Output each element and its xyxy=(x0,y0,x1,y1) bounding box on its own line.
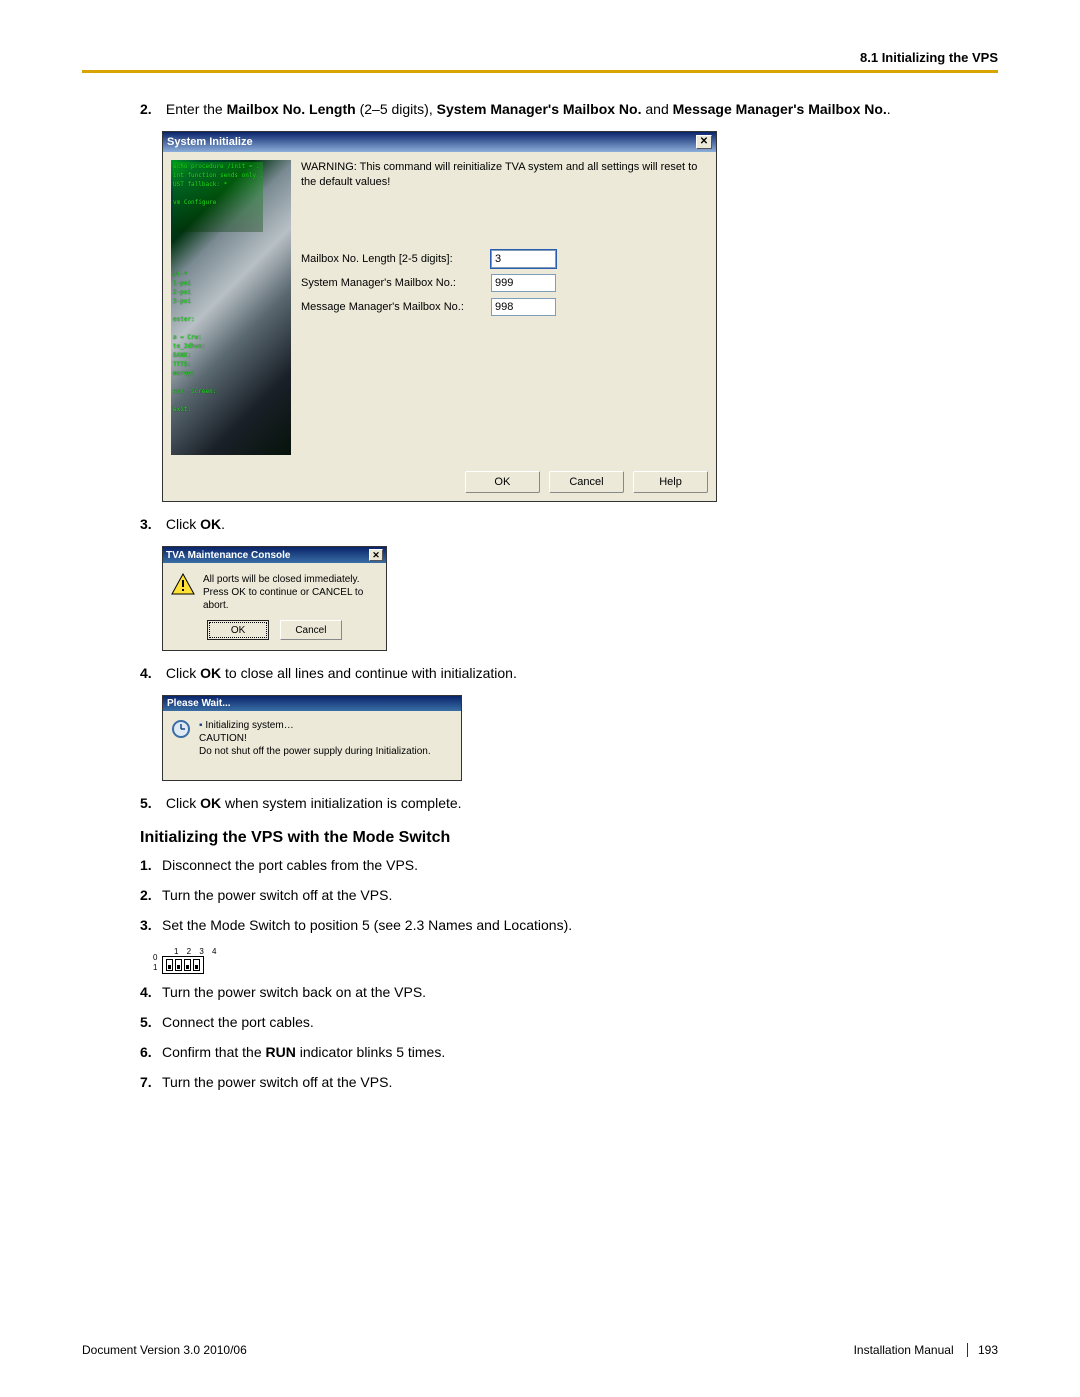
switch-one-label: 1 xyxy=(153,964,157,972)
dialog-titlebar: Please Wait... xyxy=(163,696,461,711)
msgmgr-mailbox-label: Message Manager's Mailbox No.: xyxy=(301,301,491,313)
switch-top-labels: 1 2 3 4 xyxy=(174,947,998,956)
dialog-titlebar: TVA Maintenance Console ✕ xyxy=(163,547,386,563)
switch-slot xyxy=(184,959,191,971)
msg-line1: All ports will be closed immediately. xyxy=(203,573,378,586)
init-line: Initializing system… xyxy=(205,720,293,731)
mode-step-6: 6.Confirm that the RUN indicator blinks … xyxy=(140,1044,998,1060)
caution-text: Do not shut off the power supply during … xyxy=(199,745,431,758)
step-3: 3. Click OK. xyxy=(140,516,998,532)
dialog-title: System Initialize xyxy=(167,136,253,148)
terminal-overlay-text: echo procedure /init = . int function se… xyxy=(173,162,263,414)
switch-slot xyxy=(175,959,182,971)
dialog-side-image: echo procedure /init = . int function se… xyxy=(171,160,291,455)
mode-step-4: 4.Turn the power switch back on at the V… xyxy=(140,984,998,1000)
section-heading: Initializing the VPS with the Mode Switc… xyxy=(140,829,998,847)
mailbox-length-label: Mailbox No. Length [2-5 digits]: xyxy=(301,253,491,265)
switch-slot xyxy=(166,959,173,971)
manual-title: Installation Manual xyxy=(854,1343,954,1357)
switch-zero-label: 0 xyxy=(153,954,157,962)
close-icon[interactable]: ✕ xyxy=(696,135,712,149)
help-button[interactable]: Help xyxy=(633,471,708,493)
dialog-title: TVA Maintenance Console xyxy=(166,550,290,561)
sysmgr-mailbox-label: System Manager's Mailbox No.: xyxy=(301,277,491,289)
caution-heading: CAUTION! xyxy=(199,732,431,745)
dialog-titlebar: System Initialize ✕ xyxy=(163,132,716,152)
page-header-section: 8.1 Initializing the VPS xyxy=(82,50,998,65)
page-footer: Document Version 3.0 2010/06 Installatio… xyxy=(82,1343,998,1357)
header-rule xyxy=(82,70,998,73)
step-4: 4. Click OK to close all lines and conti… xyxy=(140,665,998,681)
dialog-title: Please Wait... xyxy=(167,698,231,709)
mode-step-7: 7.Turn the power switch off at the VPS. xyxy=(140,1074,998,1090)
ok-button[interactable]: OK xyxy=(465,471,540,493)
clock-icon xyxy=(171,719,191,739)
warning-text: WARNING: This command will reinitialize … xyxy=(301,160,708,190)
sysmgr-mailbox-input[interactable] xyxy=(491,274,556,292)
mode-step-3: 3.Set the Mode Switch to position 5 (see… xyxy=(140,917,998,933)
mode-step-5: 5.Connect the port cables. xyxy=(140,1014,998,1030)
close-icon[interactable]: ✕ xyxy=(369,549,383,561)
step-2: 2. Enter the Mailbox No. Length (2–5 dig… xyxy=(140,101,998,117)
mailbox-length-input[interactable] xyxy=(491,250,556,268)
warning-icon xyxy=(171,573,195,595)
tva-maintenance-dialog: TVA Maintenance Console ✕ All ports will… xyxy=(162,546,387,651)
system-initialize-dialog: System Initialize ✕ echo procedure /init… xyxy=(162,131,717,502)
ok-button[interactable]: OK xyxy=(207,620,269,640)
cancel-button[interactable]: Cancel xyxy=(280,620,342,640)
please-wait-dialog: Please Wait... ▪ Initializing system… CA… xyxy=(162,695,462,781)
mode-step-2: 2.Turn the power switch off at the VPS. xyxy=(140,887,998,903)
step-5: 5. Click OK when system initialization i… xyxy=(140,795,998,811)
step-num: 2. xyxy=(140,101,162,117)
mode-step-1: 1.Disconnect the port cables from the VP… xyxy=(140,857,998,873)
doc-version: Document Version 3.0 2010/06 xyxy=(82,1343,247,1357)
page-number: 193 xyxy=(978,1343,998,1357)
mode-switch-diagram: 1 2 3 4 0 1 xyxy=(162,947,998,974)
cancel-button[interactable]: Cancel xyxy=(549,471,624,493)
switch-slot xyxy=(193,959,200,971)
msg-line2: Press OK to continue or CANCEL to abort. xyxy=(203,586,378,612)
msgmgr-mailbox-input[interactable] xyxy=(491,298,556,316)
